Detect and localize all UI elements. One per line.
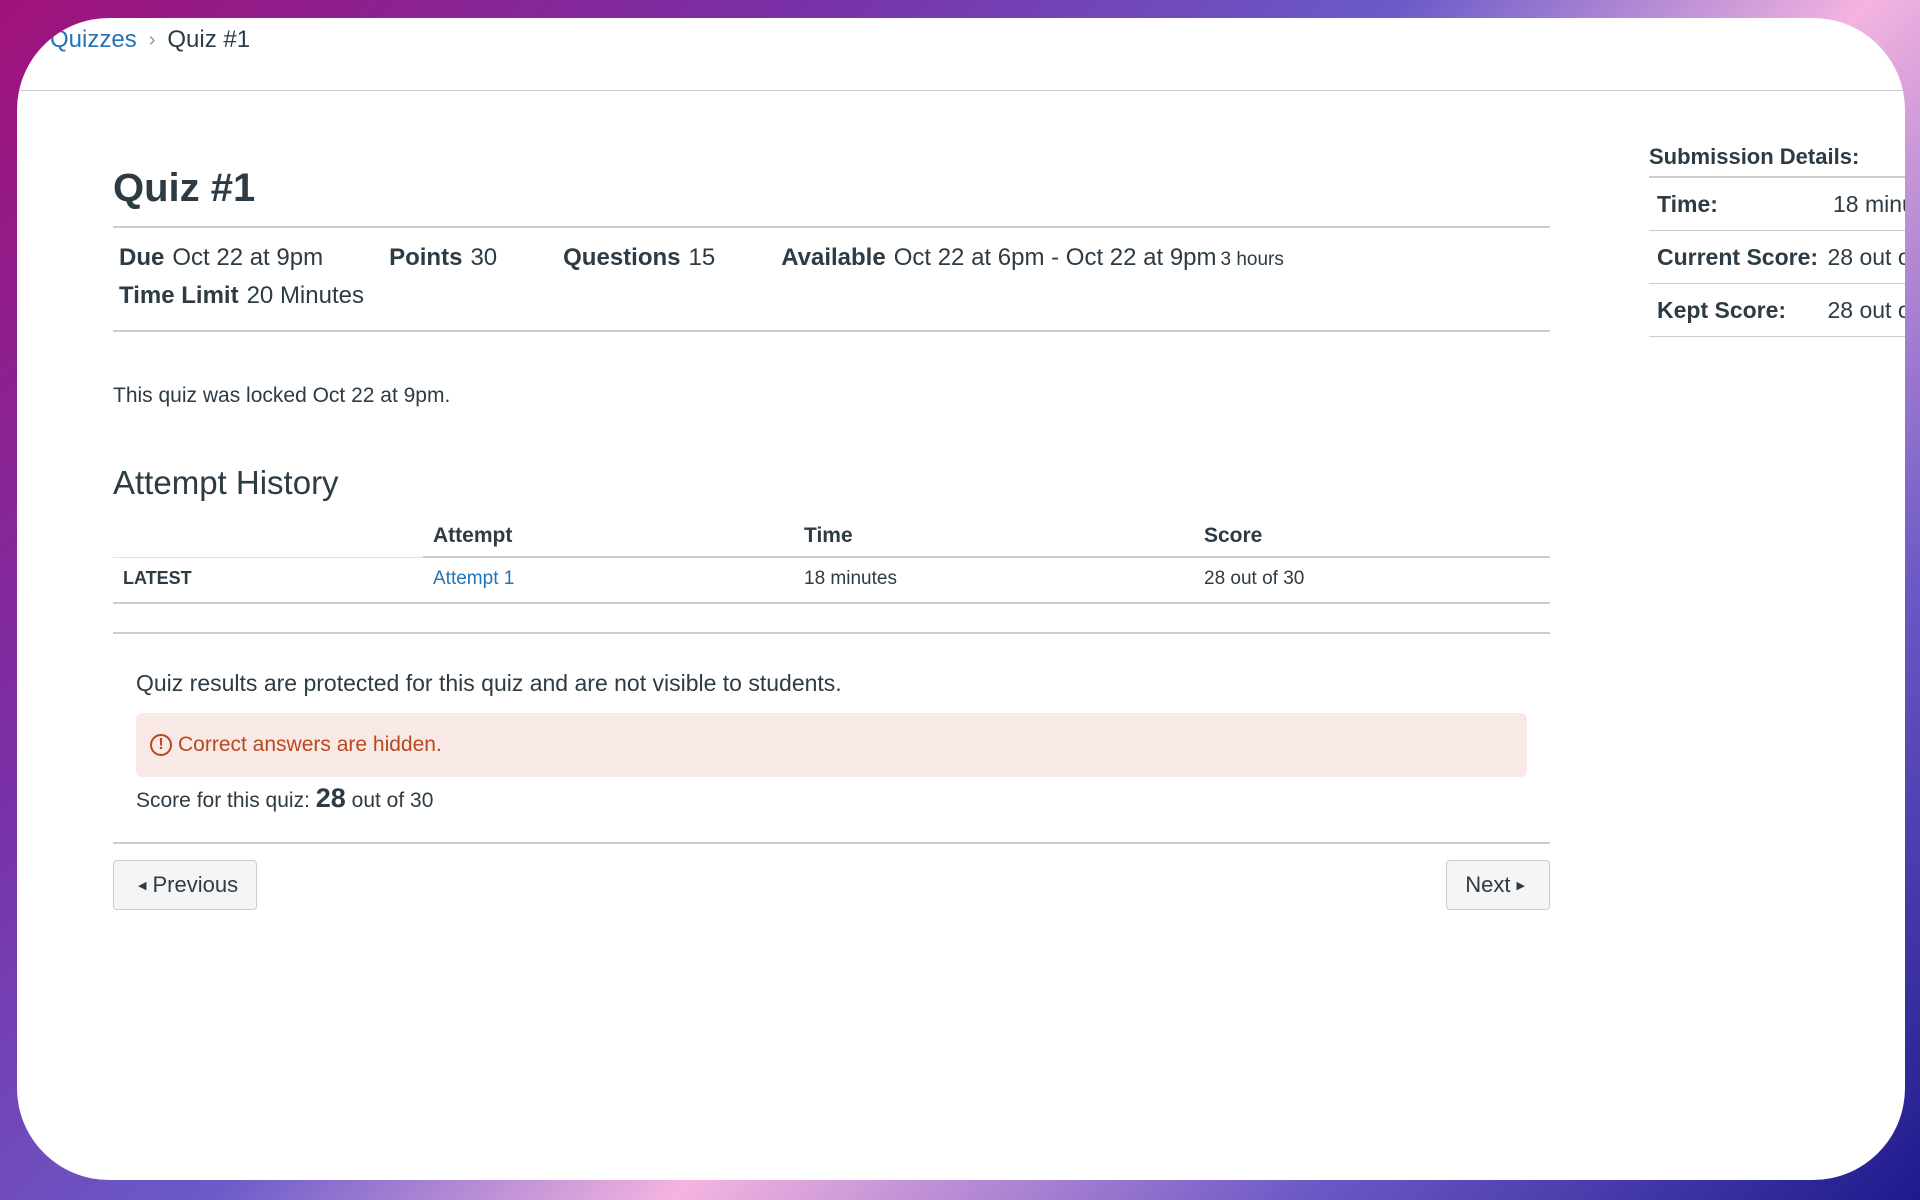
column-header-attempt: Attempt <box>423 524 794 558</box>
previous-button[interactable]: ◀ Previous <box>113 860 258 910</box>
attempt-status: LATEST <box>113 557 423 604</box>
quiz-details: Due Oct 22 at 9pm Points 30 Questions 15 Av… <box>113 226 1550 332</box>
submission-details-sidebar: Submission Details: Time: 18 minutes Cur… <box>1649 144 1905 337</box>
time-limit-label: Time Limit <box>119 282 239 309</box>
next-label: Next <box>1465 872 1511 897</box>
submission-detail-row: Time: 18 minutes <box>1649 178 1905 231</box>
detail-value: 18 minutes <box>1833 190 1905 217</box>
app-window: Quizzes › Quiz #1 Quiz #1 Due Oct 22 at 9… <box>17 18 1905 1180</box>
column-header-status <box>113 524 423 558</box>
previous-label: Previous <box>152 872 239 897</box>
points-value: 30 <box>470 244 498 271</box>
available-detail: Available Oct 22 at 6pm - Oct 22 at 9pm 3 … <box>781 240 1284 278</box>
detail-value: 28 out of 30 <box>1827 243 1906 270</box>
score-value: 28 <box>315 783 346 813</box>
table-row: LATEST Attempt 1 18 minutes 28 out of 30 <box>113 557 1550 604</box>
detail-label: Kept Score: <box>1657 296 1787 323</box>
breadcrumb-quizzes-link[interactable]: Quizzes <box>50 26 137 54</box>
time-limit-detail: Time Limit 20 Minutes <box>119 278 364 314</box>
submission-details-title: Submission Details: <box>1649 144 1905 178</box>
available-value: Oct 22 at 6pm - Oct 22 at 9pm <box>893 244 1217 271</box>
warning-icon: ! <box>150 734 172 756</box>
quiz-score-line: Score for this quiz: 28 out of 30 <box>136 783 1527 814</box>
table-header-row: Attempt Time Score <box>113 524 1550 558</box>
caret-right-icon: ▶ <box>1516 879 1525 892</box>
score-prefix: Score for this quiz: <box>136 789 310 812</box>
detail-value: 28 out of 30 <box>1827 296 1906 323</box>
submission-detail-row: Kept Score: 28 out of 30 <box>1649 284 1905 337</box>
breadcrumb-separator-icon: › <box>148 28 156 51</box>
attempt-history-heading: Attempt History <box>113 464 339 501</box>
quiz-details-row: Due Oct 22 at 9pm Points 30 Questions 15 Av… <box>119 240 1544 278</box>
submission-detail-row: Current Score: 28 out of 30 <box>1649 231 1905 284</box>
due-label: Due <box>119 244 165 271</box>
column-header-score: Score <box>1194 524 1550 558</box>
attempt-score: 28 out of 30 <box>1194 557 1550 604</box>
score-suffix: out of 30 <box>351 789 434 812</box>
available-label: Available <box>781 244 886 271</box>
questions-value: 15 <box>688 244 716 271</box>
detail-label: Current Score: <box>1657 243 1819 270</box>
column-header-time: Time <box>794 524 1194 558</box>
detail-label: Time: <box>1657 190 1718 217</box>
due-detail: Due Oct 22 at 9pm <box>119 240 323 276</box>
top-bar: Quizzes › Quiz #1 <box>17 18 1905 91</box>
due-value: Oct 22 at 9pm <box>172 244 324 271</box>
attempt-link[interactable]: Attempt 1 <box>433 568 514 589</box>
points-label: Points <box>389 244 463 271</box>
breadcrumb: Quizzes › Quiz #1 <box>50 26 250 54</box>
caret-left-icon: ◀ <box>138 879 147 892</box>
main-content: Quiz #1 Due Oct 22 at 9pm Points 30 Questi… <box>113 90 1550 910</box>
quiz-results: Quiz results are protected for this quiz… <box>113 632 1550 842</box>
page-title: Quiz #1 <box>113 166 256 210</box>
attempt-time: 18 minutes <box>794 557 1194 604</box>
time-limit-value: 20 Minutes <box>246 282 364 309</box>
questions-label: Questions <box>563 244 681 271</box>
questions-detail: Questions 15 <box>563 240 715 276</box>
points-detail: Points 30 <box>389 240 497 276</box>
available-duration: 3 hours <box>1220 249 1284 270</box>
breadcrumb-current: Quiz #1 <box>167 26 251 53</box>
attempt-cell: Attempt 1 <box>423 557 794 604</box>
correct-answers-alert: ! Correct answers are hidden. <box>136 713 1527 777</box>
results-protected-message: Quiz results are protected for this quiz… <box>136 670 842 696</box>
alert-message: Correct answers are hidden. <box>178 733 442 756</box>
attempt-history-table: Attempt Time Score LATEST Attempt 1 18 m… <box>113 524 1550 604</box>
locked-message: This quiz was locked Oct 22 at 9pm. <box>113 384 451 407</box>
pagination-row: ◀ Previous Next ▶ <box>113 842 1550 910</box>
quiz-details-row-2: Time Limit 20 Minutes <box>119 278 1544 314</box>
next-button[interactable]: Next ▶ <box>1446 860 1550 910</box>
